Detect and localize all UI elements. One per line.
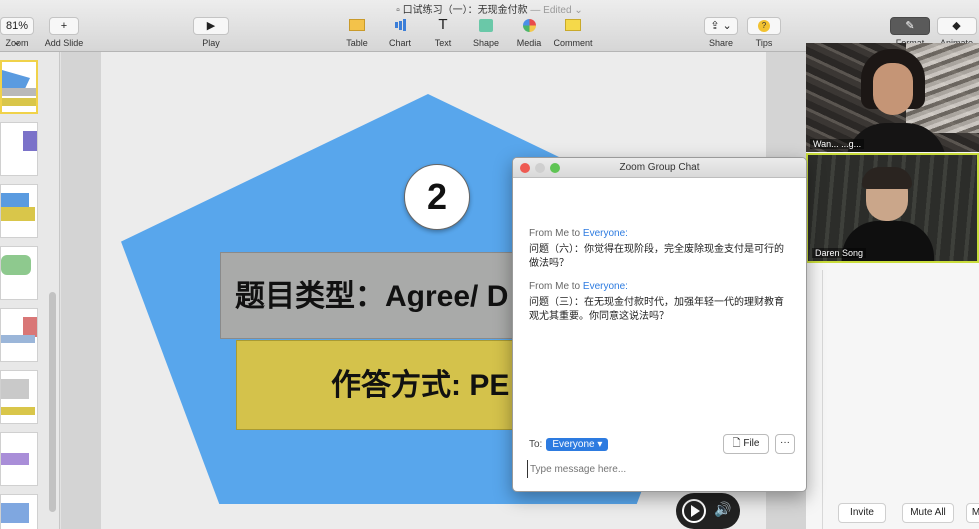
slide-thumbnail[interactable]: [0, 122, 38, 176]
comment-label: Comment: [553, 38, 593, 48]
slide-thumbnail[interactable]: [0, 494, 38, 529]
chat-messages: From Me to Everyone: 问题（六）：你觉得在现阶段，完全废除现…: [529, 228, 791, 334]
message-recipient[interactable]: Everyone:: [583, 281, 628, 292]
recipient-row: To: Everyone ▾: [529, 438, 609, 451]
participant-video[interactable]: Wan... ...g...: [806, 43, 979, 152]
file-label: File: [743, 438, 760, 449]
add-slide-label: Add Slide: [44, 38, 84, 48]
slide-thumbnail[interactable]: [0, 246, 38, 300]
chat-message-input[interactable]: [527, 460, 795, 478]
more-options-button[interactable]: M: [966, 503, 979, 523]
invite-button[interactable]: Invite: [838, 503, 886, 523]
document-title: ▫ 口试练习（一）：无现金付款 — Edited ⌄: [0, 1, 979, 16]
shape-icon: [471, 17, 501, 35]
comment-icon: [558, 17, 588, 35]
text-icon: T: [438, 16, 448, 33]
media-label: Media: [516, 38, 542, 48]
chat-titlebar: Zoom Group Chat: [513, 158, 806, 178]
participant-name: Wan... ...g...: [810, 139, 865, 149]
navigator-scrollbar[interactable]: [49, 292, 56, 512]
slide-thumbnail[interactable]: [0, 308, 38, 362]
panel-divider: [822, 270, 823, 529]
slide-number-circle[interactable]: 2: [404, 164, 470, 230]
file-button[interactable]: 🗋 File: [723, 434, 769, 454]
message-from: From Me to: [529, 228, 583, 239]
chart-icon: [385, 17, 415, 35]
play-icon: ▶: [193, 17, 229, 35]
tips-icon: ?: [747, 17, 781, 35]
animate-icon: ◆: [936, 17, 977, 35]
media-controls: 🔊: [676, 493, 740, 529]
participant-hair: [862, 167, 912, 189]
slide-thumbnail[interactable]: [0, 432, 38, 486]
play-label: Play: [202, 38, 220, 48]
chat-message: From Me to Everyone: 问题（六）：你觉得在现阶段，完全废除现…: [529, 228, 791, 271]
message-recipient[interactable]: Everyone:: [583, 228, 628, 239]
message-text: 问题（六）：你觉得在现阶段，完全废除现金支付是可行的做法吗？: [529, 244, 784, 269]
zoom-label: Zoom: [5, 38, 29, 48]
zoom-window-icon[interactable]: [550, 163, 560, 173]
minimize-window-icon[interactable]: [535, 163, 545, 173]
document-title-text: 口试练习（一）：无现金付款: [402, 5, 528, 16]
slide-thumbnail[interactable]: [0, 184, 38, 238]
message-header: From Me to Everyone:: [529, 281, 791, 292]
chat-message: From Me to Everyone: 问题（三）：在无现金付款时代，加强年轻…: [529, 281, 791, 324]
share-icon: ⇪ ⌄: [704, 17, 738, 35]
comment-button[interactable]: Comment: [548, 17, 598, 48]
title-chevron-icon[interactable]: ⌄: [574, 5, 582, 16]
to-label: To:: [529, 439, 543, 450]
table-icon: [342, 17, 372, 35]
message-text: 问题（三）：在无现金付款时代，加强年轻一代的理财教育观尤其重要。你同意这说法吗？: [529, 297, 784, 322]
slide-navigator: [0, 52, 60, 529]
speaker-icon[interactable]: 🔊: [714, 501, 731, 518]
more-icon[interactable]: ···: [775, 434, 795, 454]
paintbrush-icon: ✎: [890, 17, 930, 35]
media-icon: [514, 17, 544, 35]
recipient-value: Everyone: [552, 439, 595, 450]
play-button[interactable]: ▶ Play: [186, 17, 236, 48]
slide-thumbnail[interactable]: [0, 60, 38, 114]
slide-thumbnail[interactable]: [0, 370, 38, 424]
file-icon: 🗋: [732, 438, 741, 449]
add-slide-button[interactable]: + Add Slide: [39, 17, 89, 48]
close-window-icon[interactable]: [520, 163, 530, 173]
participant-name: Daren Song: [812, 248, 867, 258]
edited-status: — Edited: [530, 5, 572, 16]
message-from: From Me to: [529, 281, 583, 292]
message-header: From Me to Everyone:: [529, 228, 791, 239]
media-button[interactable]: Media: [504, 17, 554, 48]
zoom-chat-window: Zoom Group Chat From Me to Everyone: 问题（…: [512, 157, 807, 492]
play-icon[interactable]: [682, 499, 706, 523]
chat-title: Zoom Group Chat: [619, 162, 700, 173]
zoom-value: 81%: [5, 20, 29, 32]
zoom-control[interactable]: 81% ⌄ Zoom: [0, 17, 42, 48]
participant-face: [873, 63, 913, 115]
tips-label: Tips: [755, 38, 773, 48]
zoom-select[interactable]: 81% ⌄: [0, 17, 34, 48]
chevron-down-icon: ▾: [597, 439, 603, 450]
recipient-dropdown[interactable]: Everyone ▾: [546, 438, 609, 451]
mute-all-button[interactable]: Mute All: [902, 503, 954, 523]
participant-video-active-speaker[interactable]: Daren Song: [806, 153, 979, 263]
plus-icon: +: [49, 17, 79, 35]
tips-button[interactable]: ? Tips: [739, 17, 789, 48]
